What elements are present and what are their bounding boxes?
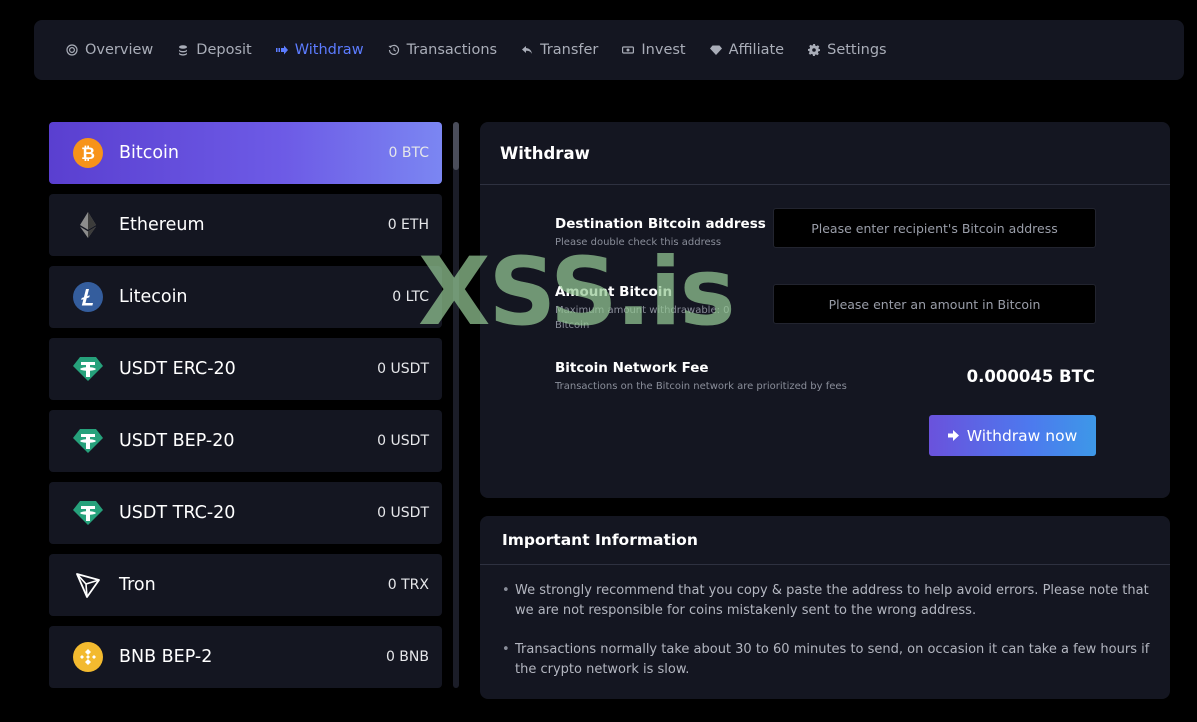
coin-name: Bitcoin [119,143,180,163]
nav-label: Affiliate [728,42,785,58]
withdraw-button-label: Withdraw now [966,426,1078,445]
coin-item-usdt-erc20[interactable]: USDT ERC-20 0 USDT [49,338,442,400]
scrollbar-thumb[interactable] [453,122,459,170]
tether-icon [73,426,103,456]
coin-balance: 0 TRX [387,577,429,593]
nav-item-invest[interactable]: Invest [622,42,686,58]
history-icon [388,44,400,56]
nav-label: Invest [641,42,686,58]
coin-item-bitcoin[interactable]: ₿ Bitcoin 0 BTC [49,122,442,184]
coin-balance: 0 ETH [387,217,429,233]
coin-item-bnb[interactable]: BNB BEP-2 0 BNB [49,626,442,688]
fee-label: Bitcoin Network Fee [555,360,709,376]
fee-value: 0.000045 BTC [966,367,1095,386]
nav-label: Withdraw [294,42,364,58]
coin-balance: 0 LTC [392,289,429,305]
coin-name: USDT ERC-20 [119,359,236,379]
info-title: Important Information [502,531,698,549]
svg-text:₿: ₿ [81,144,95,164]
coin-name: Ethereum [119,215,205,235]
bitcoin-icon: ₿ [73,138,103,168]
target-icon [66,44,78,56]
coin-list-scrollbar[interactable] [453,122,459,688]
coin-list: ₿ Bitcoin 0 BTC Ethereum 0 ETH Litecoin … [49,122,442,698]
nav-label: Deposit [196,42,252,58]
tron-icon [73,570,103,600]
ethereum-icon [73,210,103,240]
withdraw-now-button[interactable]: Withdraw now [929,415,1096,456]
nav-item-withdraw[interactable]: Withdraw [275,42,364,58]
gear-icon [808,44,821,56]
top-nav: Overview Deposit Withdraw Transactions T… [34,20,1184,80]
banknote-icon [622,44,635,56]
coin-balance: 0 USDT [377,505,429,521]
amount-row: Amount Bitcoin Maximum amount withdrawab… [555,284,731,333]
coin-balance: 0 USDT [377,361,429,377]
fee-hint: Transactions on the Bitcoin network are … [555,381,847,392]
arrow-out-icon [275,44,288,56]
coin-balance: 0 BTC [388,145,429,161]
address-input[interactable] [773,208,1096,248]
arrow-right-icon [947,430,959,441]
coin-item-tron[interactable]: Tron 0 TRX [49,554,442,616]
address-row: Destination Bitcoin address Please doubl… [555,216,766,250]
amount-label: Amount Bitcoin [555,284,673,300]
nav-item-deposit[interactable]: Deposit [177,42,252,58]
coin-item-usdt-trc20[interactable]: USDT TRC-20 0 USDT [49,482,442,544]
amount-input[interactable] [773,284,1096,324]
gem-icon [709,44,722,56]
amount-hint: Maximum amount withdrawable: 0 Bitcoin [555,305,730,331]
nav-label: Transfer [540,42,599,58]
coin-item-ethereum[interactable]: Ethereum 0 ETH [49,194,442,256]
panel-title: Withdraw [500,143,590,163]
reply-icon [521,44,533,56]
info-header: Important Information [480,516,1170,565]
nav-item-transactions[interactable]: Transactions [388,42,498,58]
nav-item-affiliate[interactable]: Affiliate [709,42,785,58]
address-label: Destination Bitcoin address [555,216,766,232]
coin-balance: 0 USDT [377,433,429,449]
info-item: We strongly recommend that you copy & pa… [502,581,1150,621]
important-info-panel: Important Information We strongly recomm… [480,516,1170,699]
coin-name: BNB BEP-2 [119,647,213,667]
panel-header: Withdraw [480,122,1170,185]
info-item: Transactions normally take about 30 to 6… [502,640,1150,680]
litecoin-icon [73,282,103,312]
nav-item-settings[interactable]: Settings [808,42,887,58]
coins-icon [177,44,189,56]
nav-item-transfer[interactable]: Transfer [521,42,598,58]
coin-name: USDT TRC-20 [119,503,236,523]
nav-item-overview[interactable]: Overview [66,42,153,58]
coin-name: Litecoin [119,287,188,307]
coin-balance: 0 BNB [385,649,429,665]
tether-icon [73,498,103,528]
address-hint: Please double check this address [555,237,722,248]
nav-label: Overview [85,42,154,58]
withdraw-panel: Withdraw Destination Bitcoin address Ple… [480,122,1170,498]
bnb-icon [73,642,103,672]
tether-icon [73,354,103,384]
nav-label: Settings [827,42,887,58]
coin-item-usdt-bep20[interactable]: USDT BEP-20 0 USDT [49,410,442,472]
nav-label: Transactions [406,42,498,58]
coin-name: USDT BEP-20 [119,431,235,451]
fee-row: Bitcoin Network Fee Transactions on the … [555,360,875,394]
coin-name: Tron [119,575,156,595]
coin-item-litecoin[interactable]: Litecoin 0 LTC [49,266,442,328]
info-list: We strongly recommend that you copy & pa… [480,565,1170,680]
